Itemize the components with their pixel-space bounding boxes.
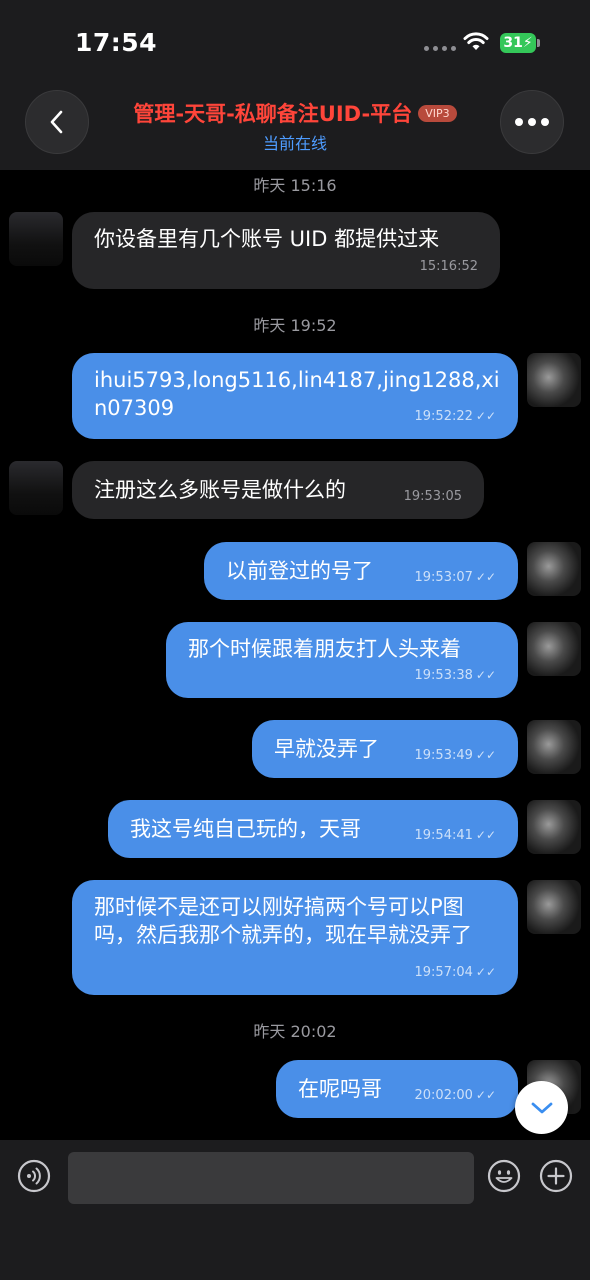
user-avatar[interactable] <box>527 622 581 676</box>
read-check-icon: ✓✓ <box>475 668 496 682</box>
battery-icon: 31⚡ <box>500 33 536 53</box>
read-check-icon: ✓✓ <box>475 828 496 842</box>
chat-header: 管理-天哥-私聊备注UID-平台 VIP3 当前在线 <box>0 88 590 170</box>
message-text: 那个时候跟着朋友打人头来着 <box>188 637 461 661</box>
read-check-icon: ✓✓ <box>475 570 496 584</box>
cellular-signal-icon <box>424 46 456 51</box>
message-time: 19:52:22 <box>414 409 473 424</box>
message-time-status: 20:02:00 ✓✓ <box>415 1081 497 1110</box>
battery-tip <box>537 39 540 47</box>
more-dots-icon <box>515 118 549 126</box>
message-time-status: 19:53:07 ✓✓ <box>415 563 497 592</box>
input-bar <box>0 1140 590 1280</box>
message-outgoing[interactable]: 那个时候跟着朋友打人头来着 19:53:38 ✓✓ <box>166 622 518 698</box>
message-time: 19:53:05 <box>403 489 462 504</box>
user-avatar[interactable] <box>527 800 581 854</box>
date-separator: 昨天 19:52 <box>253 316 337 335</box>
more-button[interactable] <box>500 90 564 154</box>
user-avatar[interactable] <box>527 542 581 596</box>
chat-title: 管理-天哥-私聊备注UID-平台 <box>133 102 413 126</box>
read-check-icon: ✓✓ <box>475 1088 496 1102</box>
voice-icon[interactable] <box>17 1159 51 1193</box>
contact-avatar[interactable] <box>9 212 63 266</box>
user-avatar[interactable] <box>527 720 581 774</box>
message-time-status: 19:54:41 ✓✓ <box>415 821 497 850</box>
message-outgoing[interactable]: 早就没弄了 19:53:49 ✓✓ <box>252 720 518 778</box>
message-incoming[interactable]: 你设备里有几个账号 UID 都提供过来 15:16:52 <box>72 212 500 289</box>
message-time: 19:57:04 <box>414 965 473 980</box>
emoji-icon[interactable] <box>487 1159 521 1193</box>
scroll-to-bottom-button[interactable] <box>515 1081 568 1134</box>
message-time-status: 19:57:04 ✓✓ <box>415 958 497 987</box>
message-outgoing[interactable]: 以前登过的号了 19:53:07 ✓✓ <box>204 542 518 600</box>
message-time: 15:16:52 <box>419 259 478 274</box>
message-time-status: 19:53:38 ✓✓ <box>415 661 497 690</box>
message-outgoing[interactable]: 我这号纯自己玩的，天哥 19:54:41 ✓✓ <box>108 800 518 858</box>
status-time: 17:54 <box>75 28 158 57</box>
vip-badge: VIP3 <box>418 104 457 122</box>
user-avatar[interactable] <box>527 880 581 934</box>
read-check-icon: ✓✓ <box>475 965 496 979</box>
message-time: 19:53:38 <box>414 668 473 683</box>
message-outgoing[interactable]: ihui5793,long5116,lin4187,jing1288,xin07… <box>72 353 518 439</box>
message-outgoing[interactable]: 那时候不是还可以刚好搞两个号可以P图吗，然后我那个就弄的，现在早就没弄了 19:… <box>72 880 518 995</box>
chevron-down-icon <box>531 1102 552 1113</box>
message-time-status: 19:52:22 ✓✓ <box>415 402 497 431</box>
message-incoming[interactable]: 注册这么多账号是做什么的 19:53:05 <box>72 461 484 519</box>
user-avatar[interactable] <box>527 353 581 407</box>
message-outgoing[interactable]: 在呢吗哥 20:02:00 ✓✓ <box>276 1060 518 1118</box>
contact-avatar[interactable] <box>9 461 63 515</box>
read-check-icon: ✓✓ <box>475 748 496 762</box>
battery-level: 31 <box>503 35 523 51</box>
message-time: 19:53:49 <box>414 748 473 763</box>
status-bar: 17:54 31⚡ <box>0 0 590 88</box>
message-input[interactable] <box>68 1152 474 1204</box>
plus-icon[interactable] <box>539 1159 573 1193</box>
wifi-icon <box>463 32 489 50</box>
message-time: 20:02:00 <box>414 1088 473 1103</box>
message-time: 19:53:07 <box>414 570 473 585</box>
message-time: 19:54:41 <box>414 828 473 843</box>
message-text: 你设备里有几个账号 UID 都提供过来 <box>94 227 440 251</box>
date-separator: 昨天 20:02 <box>253 1022 337 1041</box>
date-separator: 昨天 15:16 <box>253 176 337 195</box>
read-check-icon: ✓✓ <box>475 409 496 423</box>
message-time-status: 19:53:49 ✓✓ <box>415 741 497 770</box>
message-text: 那时候不是还可以刚好搞两个号可以P图吗，然后我那个就弄的，现在早就没弄了 <box>94 895 472 947</box>
